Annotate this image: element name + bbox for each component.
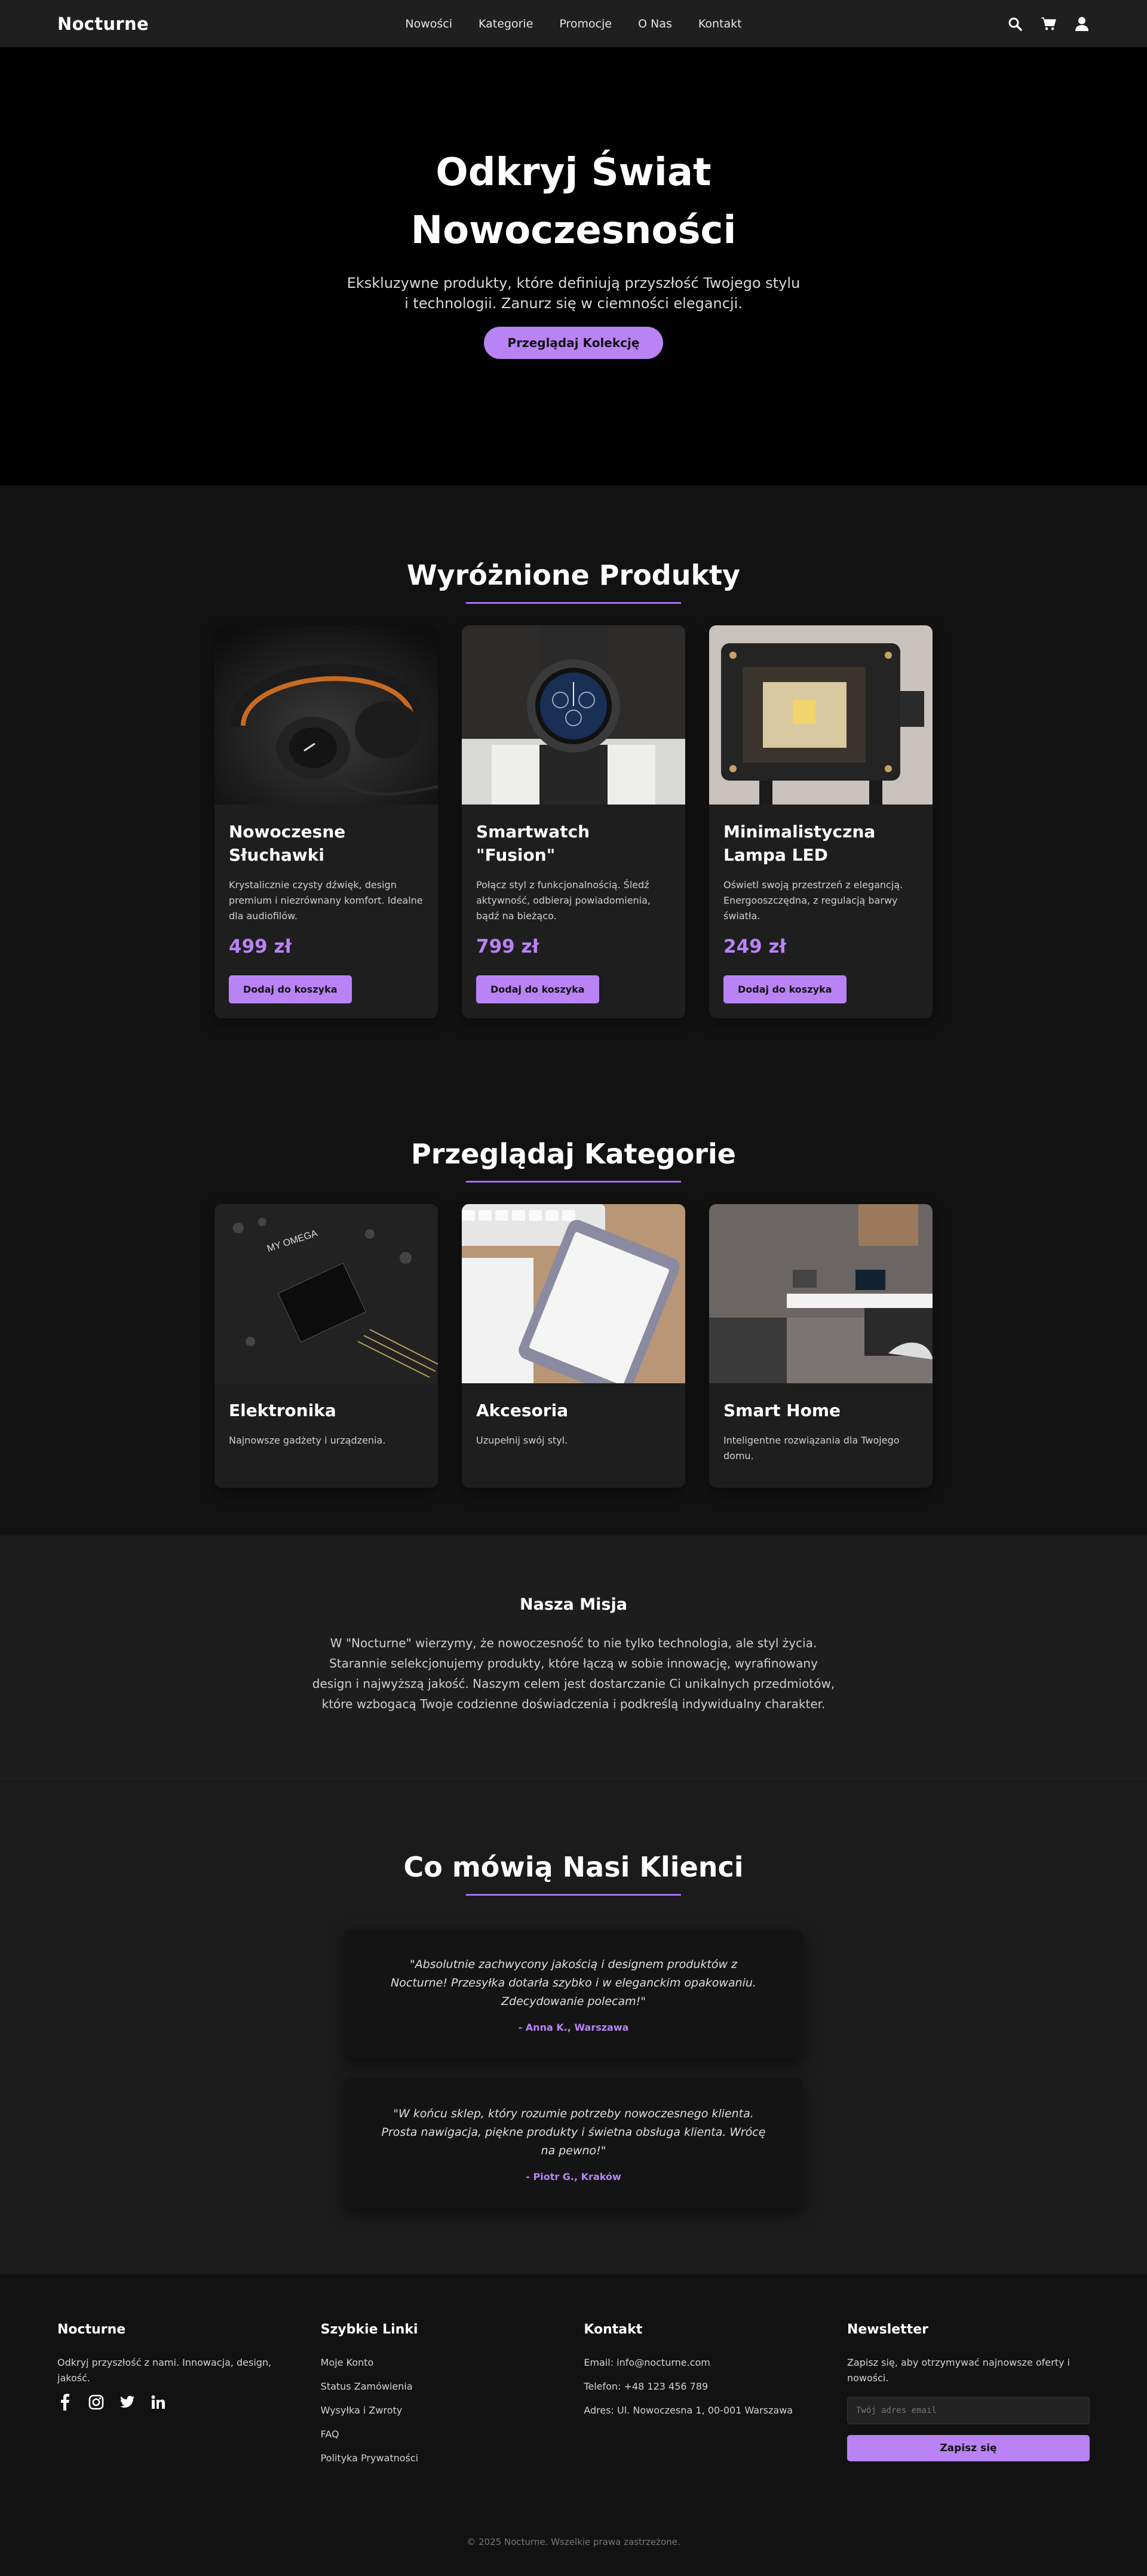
instagram-icon[interactable]: [88, 2394, 104, 2410]
footer-brand-title: Nocturne: [57, 2322, 126, 2337]
nav-icon-group: [1007, 16, 1090, 32]
quick-links-title: Szybkie Linki: [320, 2322, 418, 2337]
testimonials-title: Co mówią Nasi Klienci: [403, 1851, 744, 1883]
main-menu: Nowości Kategorie Promocje O Nas Kontakt: [0, 0, 1147, 47]
social-links: [57, 2394, 303, 2411]
tablet-image: [462, 1204, 685, 1383]
hero-section: Odkryj Świat Nowoczesności Ekskluzywne p…: [0, 47, 1147, 486]
footer-link-order-status[interactable]: Status Zamówienia: [321, 2379, 567, 2394]
category-name: Smart Home: [723, 1401, 841, 1420]
nav-link-kontakt[interactable]: Kontakt: [698, 17, 742, 30]
mission-section: Nasza Misja W "Nocturne" wierzymy, że no…: [0, 1536, 1147, 1779]
facebook-icon[interactable]: [57, 2394, 73, 2411]
linkedin-icon[interactable]: [151, 2394, 166, 2410]
featured-products-section: Wyróżnione Produkty Nowoczesne Słuchawki…: [0, 486, 1147, 1078]
category-grid: MY OMEGA Elektronika Najnowsze gadżety i…: [0, 1204, 1147, 1488]
search-icon[interactable]: [1007, 16, 1023, 32]
footer-link-shipping-returns[interactable]: Wysyłka i Zwroty: [321, 2403, 567, 2418]
newsletter-text: Zapisz się, aby otrzymywać najnowsze ofe…: [847, 2357, 1070, 2384]
category-description: Najnowsze gadżety i urządzenia.: [229, 1435, 386, 1446]
category-name: Elektronika: [229, 1401, 336, 1420]
category-description: Uzupełnij swój styl.: [476, 1435, 568, 1446]
newsletter-title: Newsletter: [847, 2322, 928, 2337]
footer-link-privacy-policy[interactable]: Polityka Prywatności: [321, 2451, 567, 2466]
site-logo[interactable]: Nocturne: [57, 14, 149, 34]
product-price: 249 zł: [723, 936, 787, 957]
headphones-image[interactable]: [214, 625, 438, 805]
contact-address: Adres: Ul. Nowoczesna 1, 00-001 Warszawa: [584, 2405, 793, 2416]
twitter-icon[interactable]: [119, 2394, 135, 2410]
title-underline: [466, 1181, 681, 1183]
add-to-cart-button[interactable]: Dodaj do koszyka: [476, 975, 599, 1003]
testimonials-section: Co mówią Nasi Klienci "Absolutnie zachwy…: [0, 1779, 1147, 2274]
testimonial-list: "Absolutnie zachwycony jakością i design…: [0, 1929, 1147, 2207]
product-name: Minimalistyczna Lampa LED: [723, 822, 876, 865]
smartwatch-image[interactable]: [462, 625, 685, 805]
product-description: Oświetl swoją przestrzeń z elegancją. En…: [723, 879, 903, 922]
product-card: Smartwatch "Fusion" Połącz styl z funkcj…: [462, 625, 685, 1018]
product-card: Nowoczesne Słuchawki Krystalicznie czyst…: [214, 625, 438, 1018]
cart-icon[interactable]: [1041, 16, 1056, 32]
mission-title: Nasza Misja: [520, 1595, 627, 1614]
contact-title: Kontakt: [584, 2322, 643, 2337]
product-name: Nowoczesne Słuchawki: [229, 822, 346, 865]
hero-title: Odkryj Świat Nowoczesności: [410, 151, 737, 253]
contact-email: Email: info@nocturne.com: [584, 2357, 710, 2368]
smart-room-image: [709, 1204, 933, 1383]
category-name: Akcesoria: [476, 1401, 569, 1420]
mission-text: W "Nocturne" wierzymy, że nowoczesność t…: [312, 1636, 835, 1711]
testimonial-author: - Anna K., Warszawa: [518, 2022, 629, 2033]
footer-quick-links: Szybkie Linki Moje Konto Status Zamówien…: [321, 2322, 567, 2474]
product-price: 499 zł: [229, 936, 292, 957]
category-card-akcesoria[interactable]: Akcesoria Uzupełnij swój styl.: [462, 1204, 685, 1488]
footer-contact: Kontakt Email: info@nocturne.com Telefon…: [584, 2322, 830, 2474]
featured-title: Wyróżnione Produkty: [406, 559, 741, 591]
categories-section: Przeglądaj Kategorie MY OMEGA Elektronik…: [0, 1078, 1147, 1536]
user-icon[interactable]: [1074, 16, 1090, 32]
product-description: Połącz styl z funkcjonalnością. Śledź ak…: [476, 879, 651, 922]
footer-columns: Nocturne Odkryj przyszłość z nami. Innow…: [57, 2322, 1090, 2474]
title-underline: [466, 1894, 681, 1896]
add-to-cart-button[interactable]: Dodaj do koszyka: [229, 975, 352, 1003]
hero-subtitle: Ekskluzywne produkty, które definiują pr…: [346, 275, 801, 312]
testimonial-card: "W końcu sklep, który rozumie potrzeby n…: [344, 2078, 803, 2207]
copyright-text: © 2025 Nocturne. Wszelkie prawa zastrzeż…: [467, 2537, 680, 2547]
product-price: 799 zł: [476, 936, 539, 957]
nav-link-nowosci[interactable]: Nowości: [405, 17, 452, 30]
add-to-cart-button[interactable]: Dodaj do koszyka: [723, 975, 847, 1003]
subscribe-button[interactable]: Zapisz się: [847, 2435, 1090, 2461]
led-lamp-image[interactable]: [709, 625, 933, 805]
contact-phone: Telefon: +48 123 456 789: [584, 2381, 709, 2392]
footer-newsletter: Newsletter Zapisz się, aby otrzymywać na…: [847, 2322, 1090, 2474]
nav-link-o-nas[interactable]: O Nas: [638, 17, 672, 30]
product-name: Smartwatch "Fusion": [476, 822, 590, 865]
testimonial-card: "Absolutnie zachwycony jakością i design…: [344, 1929, 803, 2058]
top-navigation: Nocturne Nowości Kategorie Promocje O Na…: [0, 0, 1147, 47]
product-description: Krystalicznie czysty dźwięk, design prem…: [229, 879, 423, 922]
product-grid: Nowoczesne Słuchawki Krystalicznie czyst…: [0, 625, 1147, 1018]
site-footer: Nocturne Odkryj przyszłość z nami. Innow…: [0, 2274, 1147, 2576]
newsletter-email-input[interactable]: [847, 2397, 1090, 2424]
footer-link-faq[interactable]: FAQ: [321, 2427, 567, 2442]
browse-collection-button[interactable]: Przeglądaj Kolekcję: [483, 327, 664, 359]
category-description: Inteligentne rozwiązania dla Twojego dom…: [723, 1435, 900, 1462]
nav-link-promocje[interactable]: Promocje: [559, 17, 612, 30]
footer-link-my-account[interactable]: Moje Konto: [321, 2355, 567, 2371]
category-card-elektronika[interactable]: MY OMEGA Elektronika Najnowsze gadżety i…: [214, 1204, 438, 1488]
testimonial-quote: "Absolutnie zachwycony jakością i design…: [391, 1958, 756, 2008]
nav-link-kategorie[interactable]: Kategorie: [479, 17, 533, 30]
circuit-board-image: MY OMEGA: [214, 1204, 438, 1383]
category-card-smart-home[interactable]: Smart Home Inteligentne rozwiązania dla …: [709, 1204, 933, 1488]
title-underline: [466, 602, 681, 604]
footer-brand-text: Odkryj przyszłość z nami. Innowacja, des…: [57, 2357, 272, 2384]
footer-brand: Nocturne Odkryj przyszłość z nami. Innow…: [57, 2322, 303, 2474]
testimonial-author: - Piotr G., Kraków: [526, 2171, 621, 2182]
product-card: Minimalistyczna Lampa LED Oświetl swoją …: [709, 625, 933, 1018]
categories-title: Przeglądaj Kategorie: [411, 1138, 736, 1170]
testimonial-quote: "W końcu sklep, który rozumie potrzeby n…: [381, 2107, 766, 2157]
